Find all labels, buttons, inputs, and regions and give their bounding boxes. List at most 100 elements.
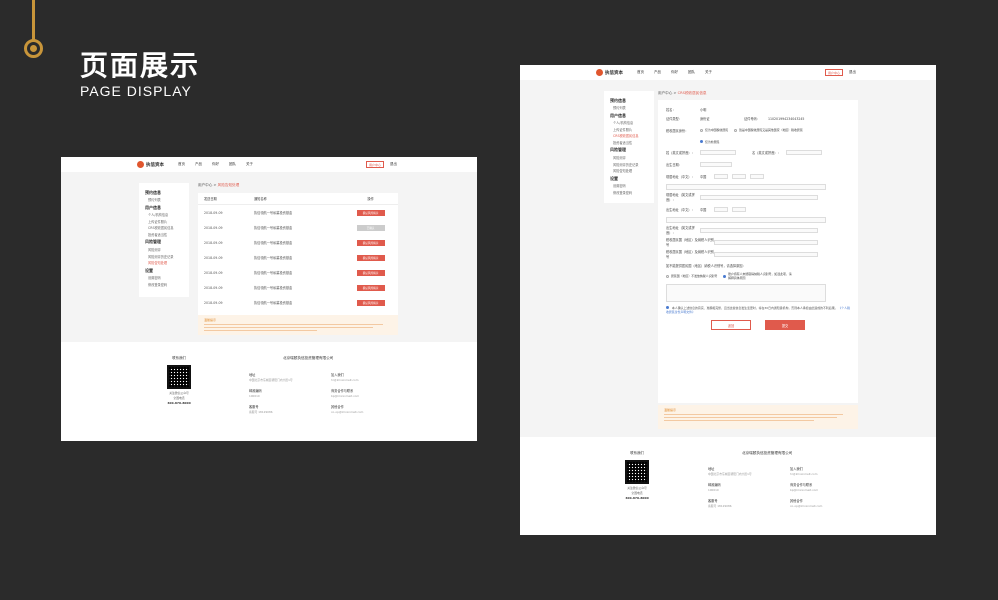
nav-item-hello[interactable]: 你好 (212, 162, 219, 167)
phone: 400-870-8000 (167, 401, 191, 405)
footer-key: 地址 (708, 467, 715, 471)
tax-status-option[interactable]: 仅为中国税收居民 (700, 128, 728, 132)
nav-item-team[interactable]: 团队 (688, 70, 695, 75)
reason-option[interactable]: 账户持有人未能取得纳税人识别号，如选此项，请解释具体原因 (723, 272, 793, 280)
confirm-risk-button[interactable]: 确认风险揭示 (356, 239, 385, 246)
row-name: 执信领航一号私募投资基金 (254, 226, 293, 230)
footer-value[interactable]: bp@lmxxnmeit.com (331, 394, 413, 398)
user-center-button[interactable]: 用户中心 (824, 69, 843, 76)
id-no-value: 110201994234043245 (767, 116, 805, 121)
sidebar-item[interactable]: 风险测评历史记录 (613, 162, 648, 167)
nav-item-home[interactable]: 首页 (178, 162, 185, 167)
table-row: 2018-09-09 执信领航一号私募投资基金 确认风险揭示 (198, 235, 398, 250)
sidebar-item[interactable]: 设置密码 (613, 183, 648, 188)
breadcrumb-root[interactable]: 用户中心 (198, 183, 212, 187)
sidebar-item[interactable]: 个人/机构信息 (148, 212, 183, 217)
logout-link[interactable]: 退出 (849, 70, 856, 75)
confirm-risk-button[interactable]: 确认风险揭示 (356, 254, 385, 261)
sidebar-group: 风险管理 (145, 239, 161, 245)
tax-status-label: 税收居民身份： (666, 128, 689, 133)
footer-value: 客服号 18129086 (249, 410, 273, 414)
sidebar-item[interactable]: 风险测评历史记录 (148, 254, 183, 259)
tax-country-label: 税收居民国（地区）及纳税人识别号 (666, 250, 714, 259)
sidebar-item[interactable]: CRS税收居民信息 (148, 225, 183, 230)
footer-key: 加入我们 (790, 467, 803, 471)
reason-textarea[interactable] (666, 284, 826, 302)
birth-label: 出生日期： (666, 162, 682, 167)
radio-icon (666, 274, 669, 278)
radio-selected-icon (700, 140, 703, 143)
sidebar-item-active[interactable]: 风险告知处理 (148, 260, 183, 265)
radio-selected-icon (723, 274, 727, 278)
confirm-risk-button[interactable]: 确认风险揭示 (356, 299, 385, 306)
nav-item-team[interactable]: 团队 (229, 162, 236, 167)
district-select[interactable] (750, 173, 765, 179)
tax-status-option[interactable]: 既是中国税收居民又是其他国家（地区）税收居民 (734, 128, 803, 132)
sidebar-item[interactable]: 预约列表 (148, 197, 183, 202)
province-select[interactable] (714, 206, 729, 212)
province-select[interactable] (714, 173, 729, 179)
nav-item-about[interactable]: 关于 (246, 162, 253, 167)
footer-key: 商务合作与联系 (790, 483, 813, 487)
confirm-risk-button[interactable]: 确认风险揭示 (356, 284, 385, 291)
tax-country-input[interactable] (714, 251, 818, 257)
reason-option[interactable]: 居民国（地区）不发放纳税人识别号 (666, 274, 717, 278)
confirm-risk-button[interactable]: 确认风险揭示 (356, 209, 385, 216)
footer-value[interactable]: bp@lmxxnmeit.com (790, 488, 872, 492)
city-select[interactable] (732, 206, 747, 212)
submit-button[interactable]: 提交 (765, 320, 805, 330)
sidebar-item[interactable]: 风险测评 (148, 247, 183, 252)
nav-item-home[interactable]: 首页 (637, 70, 644, 75)
logout-link[interactable]: 退出 (390, 162, 397, 167)
logo[interactable]: 执信资本 (137, 161, 164, 168)
sidebar-item[interactable]: 上传证件照片 (613, 127, 648, 132)
footer-value[interactable]: co-op@lmxxnmeit.com (790, 504, 872, 508)
contact-label: 联系我们 (172, 356, 186, 360)
logo[interactable]: 执信资本 (596, 69, 623, 76)
footer-key: 地址 (249, 373, 256, 377)
back-button[interactable]: 返回 (711, 320, 751, 330)
birthplace-label: 出生地址（中文）： (666, 207, 695, 212)
address-detail-input[interactable] (666, 183, 826, 190)
nav-item-products[interactable]: 产品 (195, 162, 202, 167)
sidebar-item[interactable]: 个人/机构信息 (613, 120, 648, 125)
footer-value[interactable]: co-op@lmxxnmeit.com (331, 410, 413, 414)
checkbox-icon[interactable] (666, 306, 669, 309)
given-name-input[interactable] (786, 149, 822, 155)
footer-value[interactable]: hr@lmxxnmeit.com (790, 472, 872, 476)
surname-input[interactable] (700, 149, 736, 155)
footer-value[interactable]: hr@lmxxnmeit.com (331, 378, 413, 382)
sidebar-item[interactable]: 投资者适当性 (613, 140, 648, 145)
nav-item-hello[interactable]: 你好 (671, 70, 678, 75)
tax-status-option[interactable]: 仅为非居民 (700, 140, 719, 144)
footer-key: 客服号 (249, 405, 259, 409)
sidebar-item[interactable]: 预约列表 (613, 105, 648, 110)
sidebar-item[interactable]: 设置密码 (148, 275, 183, 280)
sidebar-item[interactable]: 风险测评 (613, 155, 648, 160)
user-center-button[interactable]: 用户中心 (365, 161, 384, 168)
row-name: 执信领航一号私募投资基金 (254, 301, 293, 305)
wechat-label: 关注微信公众号 (169, 391, 189, 395)
sidebar-item[interactable]: 投资者适当性 (148, 232, 183, 237)
birthplace-detail-input[interactable] (666, 216, 826, 223)
col-header: 发送日期 (204, 197, 217, 201)
address-en-input[interactable] (700, 194, 818, 200)
nav-item-about[interactable]: 关于 (705, 70, 712, 75)
birthplace-en-input[interactable] (700, 227, 818, 233)
country-select[interactable]: 中国 (700, 174, 706, 179)
confirm-risk-button[interactable]: 确认风险揭示 (356, 269, 385, 276)
sidebar-item[interactable]: 修改登录密码 (148, 282, 183, 287)
id-type-value: 身份证 (700, 117, 710, 121)
city-select[interactable] (732, 173, 747, 179)
sidebar-item[interactable]: 风险告知处理 (613, 168, 648, 173)
tax-country-input[interactable] (714, 239, 818, 245)
footer-value: 100010 (708, 488, 719, 492)
country-select[interactable]: 中国 (700, 207, 706, 212)
breadcrumb-root[interactable]: 用户中心 (658, 91, 672, 95)
birth-date-input[interactable] (700, 161, 732, 167)
sidebar-item[interactable]: 修改登录密码 (613, 190, 648, 195)
footer-key: 其他合作 (790, 499, 803, 503)
sidebar-item-active[interactable]: CRS税收居民信息 (613, 133, 648, 138)
sidebar-item[interactable]: 上传证件照片 (148, 219, 183, 224)
nav-item-products[interactable]: 产品 (654, 70, 661, 75)
